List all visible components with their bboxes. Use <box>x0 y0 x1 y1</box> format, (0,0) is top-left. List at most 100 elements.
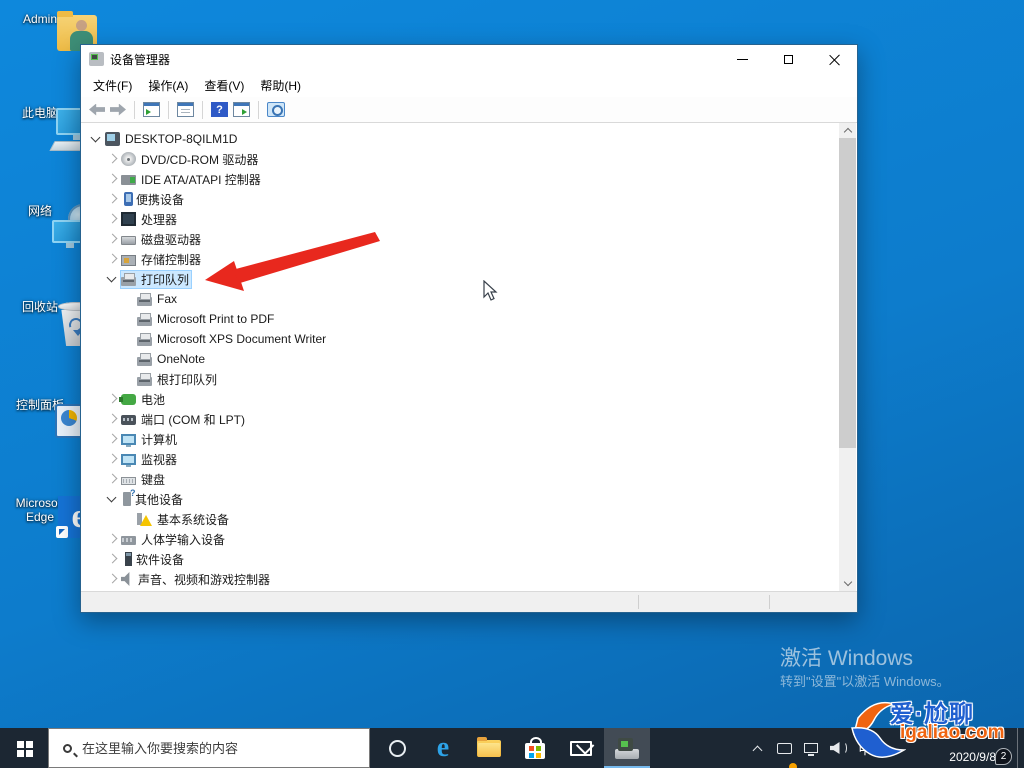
tree-row[interactable]: Microsoft XPS Document Writer <box>82 329 839 349</box>
tree-row[interactable]: OneNote <box>82 349 839 369</box>
tree-row[interactable]: Microsoft Print to PDF <box>82 309 839 329</box>
taskbar-explorer-button[interactable] <box>466 728 512 768</box>
action-pane-icon[interactable] <box>233 102 250 117</box>
notification-badge[interactable]: 2 <box>995 748 1012 765</box>
device-manager-app-icon <box>89 52 104 66</box>
tree-expander-icon[interactable] <box>104 431 120 447</box>
tree-expander-icon[interactable] <box>104 411 120 427</box>
tree-expander-icon[interactable] <box>120 371 136 387</box>
desktop-icon-this-pc[interactable]: 此电脑 <box>2 106 98 151</box>
maximize-button[interactable] <box>765 45 811 73</box>
cpu-icon <box>121 212 136 226</box>
tree-expander-icon[interactable] <box>88 131 104 147</box>
tree-expander-icon[interactable] <box>104 391 120 407</box>
disk-icon <box>121 236 136 245</box>
tree-row[interactable]: DVD/CD-ROM 驱动器 <box>82 149 839 169</box>
desktop-icon-network[interactable]: 网络 <box>2 204 98 248</box>
tree-expander-icon[interactable] <box>104 451 120 467</box>
tray-network-icon[interactable] <box>802 728 820 768</box>
tree-row[interactable]: 人体学输入设备 <box>82 529 839 549</box>
tree-row[interactable]: 其他设备 <box>82 488 839 509</box>
tree-row[interactable]: 便携设备 <box>82 189 839 209</box>
tree-expander-icon[interactable] <box>104 571 120 587</box>
tree-row[interactable]: 电池 <box>82 389 839 409</box>
taskbar-search[interactable] <box>48 728 370 768</box>
show-desktop-button[interactable] <box>1017 728 1024 768</box>
tray-ime-indicator[interactable]: 中 <box>856 728 874 768</box>
help-icon[interactable]: ? <box>211 102 228 117</box>
tree-expander-icon[interactable] <box>120 291 136 307</box>
tree-expander-icon[interactable] <box>120 331 136 347</box>
tree-expander-icon[interactable] <box>120 511 136 527</box>
desktop-icon-control-panel[interactable]: 控制面板 <box>2 398 101 438</box>
close-button[interactable] <box>811 45 857 73</box>
tree-row[interactable]: 基本系统设备 <box>82 509 839 529</box>
tree-row[interactable]: 监视器 <box>82 449 839 469</box>
software-icon <box>125 552 132 566</box>
tree-row[interactable]: 存储控制器 <box>82 249 839 269</box>
tree-expander-icon[interactable] <box>104 231 120 247</box>
taskbar-store-button[interactable] <box>512 728 558 768</box>
minimize-button[interactable] <box>719 45 765 73</box>
scrollbar-thumb[interactable] <box>839 138 856 448</box>
tree-expander-icon[interactable] <box>120 311 136 327</box>
tree-row[interactable]: 键盘 <box>82 469 839 489</box>
tree-expander-icon[interactable] <box>104 551 120 567</box>
tray-date[interactable]: 2020/9/8 <box>949 750 996 764</box>
tree-item-label: 打印队列 <box>141 272 190 287</box>
tree-expander-icon[interactable] <box>104 191 120 207</box>
menu-view[interactable]: 查看(V) <box>204 77 244 94</box>
window-titlebar[interactable]: 设备管理器 <box>81 45 857 73</box>
desktop-icon-admin[interactable]: Admin <box>2 11 97 51</box>
tree-row[interactable]: 打印队列 <box>82 269 839 289</box>
taskbar: e 中 <box>0 728 1024 768</box>
tree-expander-icon[interactable] <box>104 531 120 547</box>
desktop-icon-edge[interactable]: e Microsoft Edge <box>2 496 100 538</box>
properties-icon[interactable] <box>177 102 194 117</box>
tree-expander-icon[interactable] <box>104 491 120 507</box>
tree-expander-icon[interactable] <box>120 351 136 367</box>
tree-row[interactable]: 端口 (COM 和 LPT) <box>82 409 839 429</box>
tree-row[interactable]: 处理器 <box>82 209 839 229</box>
back-icon[interactable] <box>89 103 105 116</box>
tray-cast-icon[interactable] <box>775 728 797 768</box>
ports-icon <box>121 415 136 425</box>
pc-icon <box>121 434 136 447</box>
tree-row[interactable]: 软件设备 <box>82 549 839 569</box>
desktop-icon-label: 网络 <box>27 204 52 218</box>
menu-file[interactable]: 文件(F) <box>93 77 132 94</box>
taskbar-cortana-button[interactable] <box>374 728 420 768</box>
scroll-down-icon[interactable] <box>839 576 856 591</box>
tree-row[interactable]: Fax <box>82 289 839 309</box>
forward-icon[interactable] <box>110 103 126 116</box>
tree-row[interactable]: 根打印队列 <box>82 369 839 389</box>
printer-icon <box>137 292 152 306</box>
tree-expander-icon[interactable] <box>104 171 120 187</box>
menu-action[interactable]: 操作(A) <box>148 77 188 94</box>
taskbar-mail-button[interactable] <box>558 728 604 768</box>
tree-row[interactable]: 计算机 <box>82 429 839 449</box>
scroll-up-icon[interactable] <box>839 123 856 138</box>
desktop-icon-recycle-bin[interactable]: 回收站 <box>2 300 96 346</box>
tray-volume-icon[interactable] <box>829 728 847 768</box>
taskbar-device-manager-button[interactable] <box>604 728 650 768</box>
tray-chevron-up-icon[interactable] <box>748 728 766 768</box>
scan-hardware-icon[interactable] <box>267 102 285 117</box>
start-button[interactable] <box>0 728 48 768</box>
vertical-scrollbar[interactable] <box>839 123 856 591</box>
console-tree-icon[interactable] <box>143 102 160 117</box>
tree-expander-icon[interactable] <box>104 151 120 167</box>
battery-icon <box>119 394 136 405</box>
menu-help[interactable]: 帮助(H) <box>260 77 301 94</box>
tree-row[interactable]: DESKTOP-8QILM1D <box>82 129 839 149</box>
tree-row[interactable]: 声音、视频和游戏控制器 <box>82 569 839 589</box>
search-input[interactable] <box>82 740 342 756</box>
tree-row[interactable]: IDE ATA/ATAPI 控制器 <box>82 169 839 189</box>
tree-expander-icon[interactable] <box>104 271 120 287</box>
taskbar-edge-button[interactable]: e <box>420 728 466 768</box>
tree-expander-icon[interactable] <box>104 251 120 267</box>
tree-expander-icon[interactable] <box>104 471 120 487</box>
tree-row[interactable]: 磁盘驱动器 <box>82 229 839 249</box>
tree-expander-icon[interactable] <box>104 211 120 227</box>
status-separator <box>769 595 770 609</box>
